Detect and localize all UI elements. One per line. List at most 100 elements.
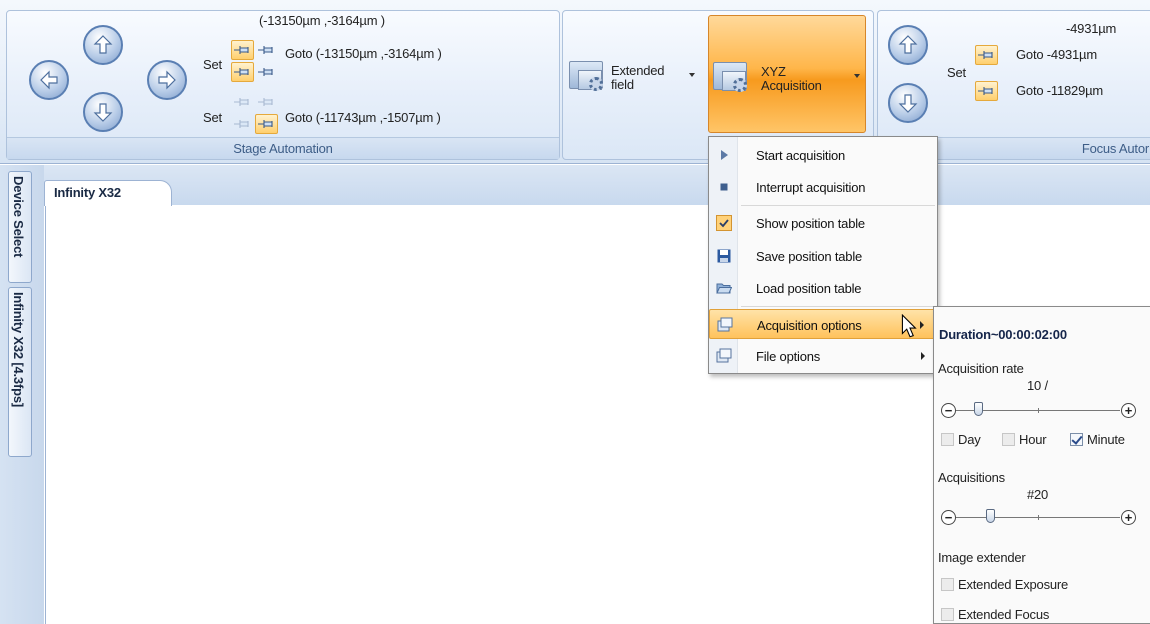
focus-goto-button-2[interactable]: Goto -11829µm <box>1016 83 1103 98</box>
pushpin-icon <box>978 51 993 59</box>
menu-item-interrupt-acquisition[interactable]: Interrupt acquisition <box>709 172 937 202</box>
arrow-down-icon <box>93 103 113 122</box>
acquisition-rate-label: Acquisition rate <box>938 361 1024 376</box>
stage-automation-caption: Stage Automation <box>7 137 559 159</box>
side-tab-device-select[interactable]: Device Select <box>8 171 32 283</box>
rate-decrease-button[interactable]: − <box>941 403 956 418</box>
stage-current-position: (-13150µm ,-3164µm ) <box>259 13 385 28</box>
move-down-button[interactable] <box>83 92 123 132</box>
gear-icon <box>733 78 747 92</box>
chevron-down-icon <box>689 73 695 77</box>
arrow-up-icon <box>93 35 113 54</box>
extended-field-button[interactable]: Extended field <box>565 15 703 133</box>
arrow-right-icon <box>158 70 176 90</box>
stage-automation-group: (-13150µm ,-3164µm ) Set Goto (-13150µm … <box>6 10 560 160</box>
rate-slider-tick <box>1038 408 1039 413</box>
extended-exposure-label: Extended Exposure <box>958 577 1069 592</box>
stage-goto-button-2[interactable]: Goto (-11743µm ,-1507µm ) <box>285 110 441 125</box>
options-icon <box>717 317 733 332</box>
acquisition-options-panel: Duration~00:00:02:00 Acquisition rate 10… <box>933 306 1150 624</box>
pushpin-icon <box>234 120 249 128</box>
move-up-button[interactable] <box>83 25 123 65</box>
image-extender-label: Image extender <box>938 550 1026 565</box>
chevron-down-icon <box>854 74 860 78</box>
menu-item-label: File options <box>756 349 821 364</box>
menu-item-start-acquisition[interactable]: Start acquisition <box>709 140 937 170</box>
acquisition-rate-value: 10 / <box>1027 378 1048 393</box>
extended-focus-label: Extended Focus <box>958 607 1050 622</box>
pushpin-icon <box>258 68 273 76</box>
xyz-acquisition-label-1: XYZ <box>761 64 786 79</box>
move-left-button[interactable] <box>29 60 69 100</box>
menu-item-load-position-table[interactable]: Load position table <box>709 273 937 303</box>
open-folder-icon <box>716 283 732 294</box>
pushpin-icon <box>234 98 249 106</box>
menu-separator <box>741 205 935 206</box>
options-icon <box>716 348 732 363</box>
focus-down-button[interactable] <box>888 83 928 123</box>
stage-pin-2d[interactable] <box>255 114 278 134</box>
rate-slider-thumb[interactable] <box>974 402 984 416</box>
side-tab-bar: Device Select Infinity X32 [4.3fps] <box>0 165 44 624</box>
minute-checkbox[interactable] <box>1070 433 1083 446</box>
minute-checkbox-label: Minute <box>1087 432 1125 447</box>
stage-set-label-2: Set <box>203 110 222 125</box>
pushpin-icon <box>258 46 273 54</box>
tab-infinity-x32[interactable]: Infinity X32 <box>44 180 172 206</box>
stage-pin-2b[interactable] <box>255 92 278 112</box>
pushpin-icon <box>258 98 273 106</box>
acquisitions-slider-thumb[interactable] <box>985 509 995 523</box>
pushpin-icon <box>234 46 249 54</box>
hour-checkbox[interactable] <box>1002 433 1015 446</box>
pushpin-icon <box>978 87 993 95</box>
acquisitions-slider-tick <box>1038 515 1039 520</box>
extended-focus-checkbox[interactable] <box>941 608 954 621</box>
stage-pin-2a[interactable] <box>231 92 254 112</box>
menu-item-show-position-table[interactable]: Show position table <box>709 208 937 238</box>
acquisitions-increase-button[interactable]: + <box>1121 510 1136 525</box>
xyz-acquisition-label-2: Acquisition <box>761 78 822 93</box>
pushpin-icon <box>234 68 249 76</box>
side-tab-device-select-label: Device Select <box>11 176 26 258</box>
submenu-arrow-icon <box>921 352 925 360</box>
ribbon: (-13150µm ,-3164µm ) Set Goto (-13150µm … <box>0 0 1150 164</box>
menu-separator <box>741 306 935 307</box>
side-tab-camera[interactable]: Infinity X32 [4.3fps] <box>8 287 32 457</box>
rate-increase-button[interactable]: + <box>1121 403 1136 418</box>
stage-pin-1b[interactable] <box>255 40 278 60</box>
stop-icon <box>720 183 728 191</box>
stage-pin-1d[interactable] <box>255 62 278 82</box>
stage-goto-button-1[interactable]: Goto (-13150µm ,-3164µm ) <box>285 46 442 61</box>
extended-exposure-checkbox[interactable] <box>941 578 954 591</box>
menu-item-label: Load position table <box>756 281 862 296</box>
xyz-acquisition-button[interactable]: XYZ Acquisition <box>708 15 866 133</box>
extended-field-label-1: Extended <box>611 63 665 78</box>
acquisitions-decrease-button[interactable]: − <box>941 510 956 525</box>
focus-up-button[interactable] <box>888 25 928 65</box>
menu-item-label: Start acquisition <box>756 148 846 163</box>
floppy-disk-icon <box>717 249 731 263</box>
checkmark-icon <box>716 215 732 231</box>
stage-set-label-1: Set <box>203 57 222 72</box>
hour-checkbox-label: Hour <box>1019 432 1047 447</box>
focus-set-label: Set <box>947 65 966 80</box>
menu-item-label: Acquisition options <box>757 318 862 333</box>
move-right-button[interactable] <box>147 60 187 100</box>
side-tab-camera-label: Infinity X32 [4.3fps] <box>11 292 26 407</box>
stage-pin-1a[interactable] <box>231 40 254 60</box>
day-checkbox[interactable] <box>941 433 954 446</box>
pushpin-icon <box>258 120 273 128</box>
acquisitions-label: Acquisitions <box>938 470 1005 485</box>
menu-item-file-options[interactable]: File options <box>709 341 937 371</box>
focus-goto-button-1[interactable]: Goto -4931µm <box>1016 47 1097 62</box>
day-checkbox-label: Day <box>958 432 981 447</box>
arrow-down-icon <box>898 94 918 113</box>
stage-pin-2c[interactable] <box>231 114 254 134</box>
focus-pin-2[interactable] <box>975 81 998 101</box>
menu-item-label: Interrupt acquisition <box>756 180 866 195</box>
acquisitions-value: #20 <box>1027 487 1049 502</box>
focus-pin-1[interactable] <box>975 45 998 65</box>
stage-pin-1c[interactable] <box>231 62 254 82</box>
menu-item-save-position-table[interactable]: Save position table <box>709 241 937 271</box>
menu-item-label: Show position table <box>756 216 865 231</box>
